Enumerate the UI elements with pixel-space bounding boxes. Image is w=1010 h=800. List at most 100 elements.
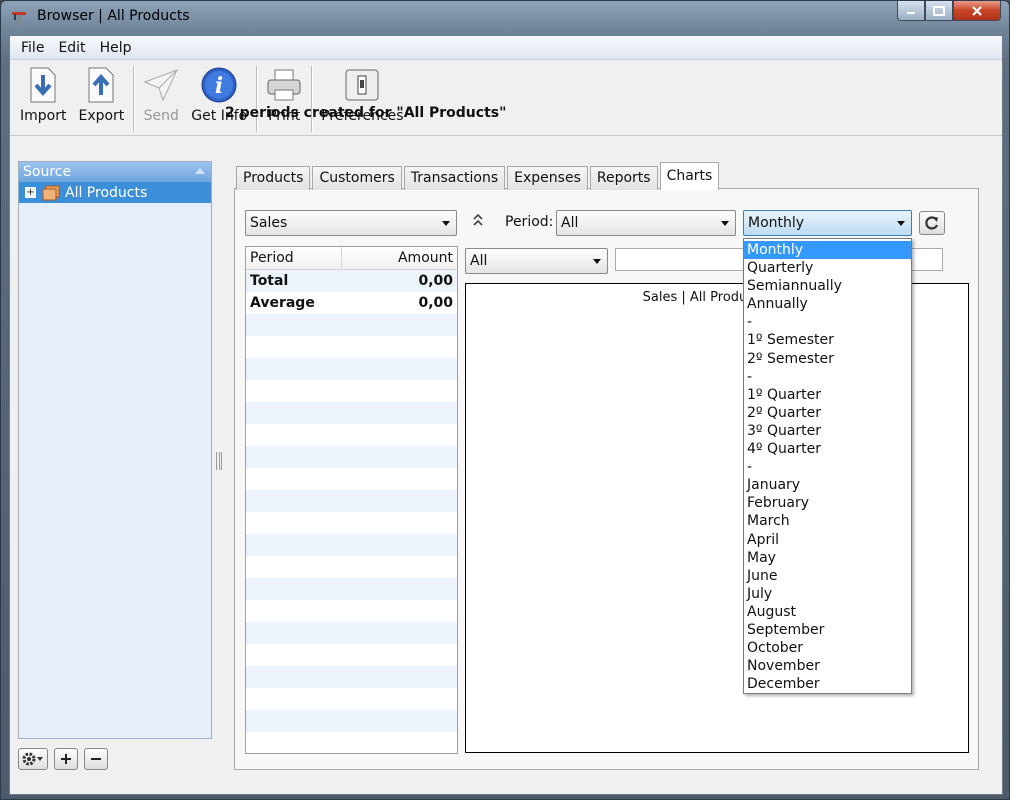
option-2-quarter[interactable]: 2º Quarter: [744, 404, 911, 422]
send-icon: [143, 69, 179, 102]
tab-products[interactable]: Products: [236, 166, 311, 190]
minus-icon: [91, 758, 101, 760]
option-separator: -: [747, 314, 753, 331]
empty-row: [246, 402, 457, 424]
settings-menu-button[interactable]: [18, 748, 48, 770]
tab-expenses[interactable]: Expenses: [507, 166, 588, 190]
empty-row: [246, 600, 457, 622]
tab-customers[interactable]: Customers: [312, 166, 402, 190]
source-actions: [18, 748, 108, 770]
send-button[interactable]: Send: [137, 66, 185, 124]
table-row[interactable]: Total 0,00: [246, 270, 457, 292]
option-september[interactable]: September: [744, 621, 911, 639]
dropdown-arrow-icon: [897, 221, 905, 226]
table-header: Period Amount: [246, 247, 457, 270]
tab-charts[interactable]: Charts: [659, 162, 720, 190]
cell-period: Average: [250, 295, 315, 311]
add-button[interactable]: [54, 748, 78, 770]
send-label: Send: [143, 108, 179, 124]
collapse-icon[interactable]: [472, 212, 484, 232]
table-body: Total 0,00 Average 0,00: [246, 270, 457, 753]
import-icon: [30, 67, 56, 103]
option-1-quarter[interactable]: 1º Quarter: [744, 386, 911, 404]
panel-splitter[interactable]: [216, 452, 222, 470]
grouping-select-value: Monthly: [748, 215, 805, 231]
preferences-icon: [345, 69, 379, 101]
option-october[interactable]: October: [744, 639, 911, 657]
option-november[interactable]: November: [744, 657, 911, 675]
window-title: Browser | All Products: [37, 8, 190, 24]
close-button[interactable]: [953, 1, 1001, 21]
empty-row: [246, 380, 457, 402]
empty-row: [246, 556, 457, 578]
tab-transactions[interactable]: Transactions: [403, 166, 506, 190]
empty-row: [246, 490, 457, 512]
filter-select[interactable]: All: [465, 248, 608, 274]
option-april[interactable]: April: [744, 531, 911, 549]
expand-icon[interactable]: +: [25, 187, 36, 198]
summary-table: Period Amount Total 0,00 Average 0,00: [245, 246, 458, 754]
column-header-period[interactable]: Period: [246, 247, 342, 269]
tab-reports[interactable]: Reports: [589, 166, 658, 190]
empty-row: [246, 710, 457, 732]
menu-help[interactable]: Help: [93, 40, 139, 56]
option-semiannually[interactable]: Semiannually: [744, 277, 911, 295]
plus-icon: [61, 754, 71, 764]
cell-amount: 0,00: [418, 273, 453, 289]
period-select[interactable]: All: [556, 210, 736, 236]
table-row[interactable]: Average 0,00: [246, 292, 457, 314]
option-2-semester[interactable]: 2º Semester: [744, 350, 911, 368]
title-bar[interactable]: Browser | All Products: [1, 1, 1009, 35]
empty-row: [246, 644, 457, 666]
option-july[interactable]: July: [744, 585, 911, 603]
empty-row: [246, 688, 457, 710]
remove-button[interactable]: [84, 748, 108, 770]
empty-row: [246, 314, 457, 336]
cell-amount: 0,00: [418, 295, 453, 311]
column-header-amount[interactable]: Amount: [342, 247, 457, 269]
menu-edit[interactable]: Edit: [51, 40, 92, 56]
sort-caret-icon: [195, 168, 205, 174]
empty-row: [246, 358, 457, 380]
gear-icon: [22, 752, 43, 766]
measure-select[interactable]: Sales: [245, 210, 457, 236]
option-may[interactable]: May: [744, 549, 911, 567]
option-4-quarter[interactable]: 4º Quarter: [744, 440, 911, 458]
source-header-label: Source: [23, 164, 72, 180]
import-button[interactable]: Import: [14, 66, 72, 124]
dropdown-arrow-icon: [593, 259, 601, 264]
source-header[interactable]: Source: [19, 162, 211, 182]
dropdown-arrow-icon: [721, 221, 729, 226]
empty-row: [246, 732, 457, 753]
toolbar-separator: [311, 66, 313, 132]
tab-bar: Products Customers Transactions Expenses…: [236, 162, 721, 190]
option-january[interactable]: January: [744, 476, 911, 494]
option-annually[interactable]: Annually: [744, 295, 911, 313]
period-select-value: All: [561, 215, 579, 231]
option-december[interactable]: December: [744, 675, 911, 693]
option-february[interactable]: February: [744, 494, 911, 512]
refresh-icon: [925, 216, 939, 230]
source-item-all-products[interactable]: + All Products: [19, 182, 211, 203]
dropdown-arrow-icon: [442, 221, 450, 226]
option-1-semester[interactable]: 1º Semester: [744, 331, 911, 349]
option-monthly[interactable]: Monthly: [744, 241, 911, 260]
option-march[interactable]: March: [744, 512, 911, 530]
grouping-select[interactable]: Monthly: [743, 210, 912, 236]
empty-row: [246, 424, 457, 446]
option-august[interactable]: August: [744, 603, 911, 621]
empty-row: [246, 578, 457, 600]
maximize-button[interactable]: [925, 1, 953, 21]
export-button[interactable]: Export: [72, 66, 130, 124]
refresh-button[interactable]: [919, 211, 945, 235]
close-icon: [972, 5, 982, 16]
menu-file[interactable]: File: [14, 40, 51, 56]
source-panel: Source + All Products: [18, 161, 212, 739]
option-quarterly[interactable]: Quarterly: [744, 259, 911, 277]
option-june[interactable]: June: [744, 567, 911, 585]
toolbar-separator: [256, 66, 258, 132]
cell-period: Total: [250, 273, 289, 289]
minimize-button[interactable]: [897, 1, 925, 21]
empty-row: [246, 666, 457, 688]
option-3-quarter[interactable]: 3º Quarter: [744, 422, 911, 440]
